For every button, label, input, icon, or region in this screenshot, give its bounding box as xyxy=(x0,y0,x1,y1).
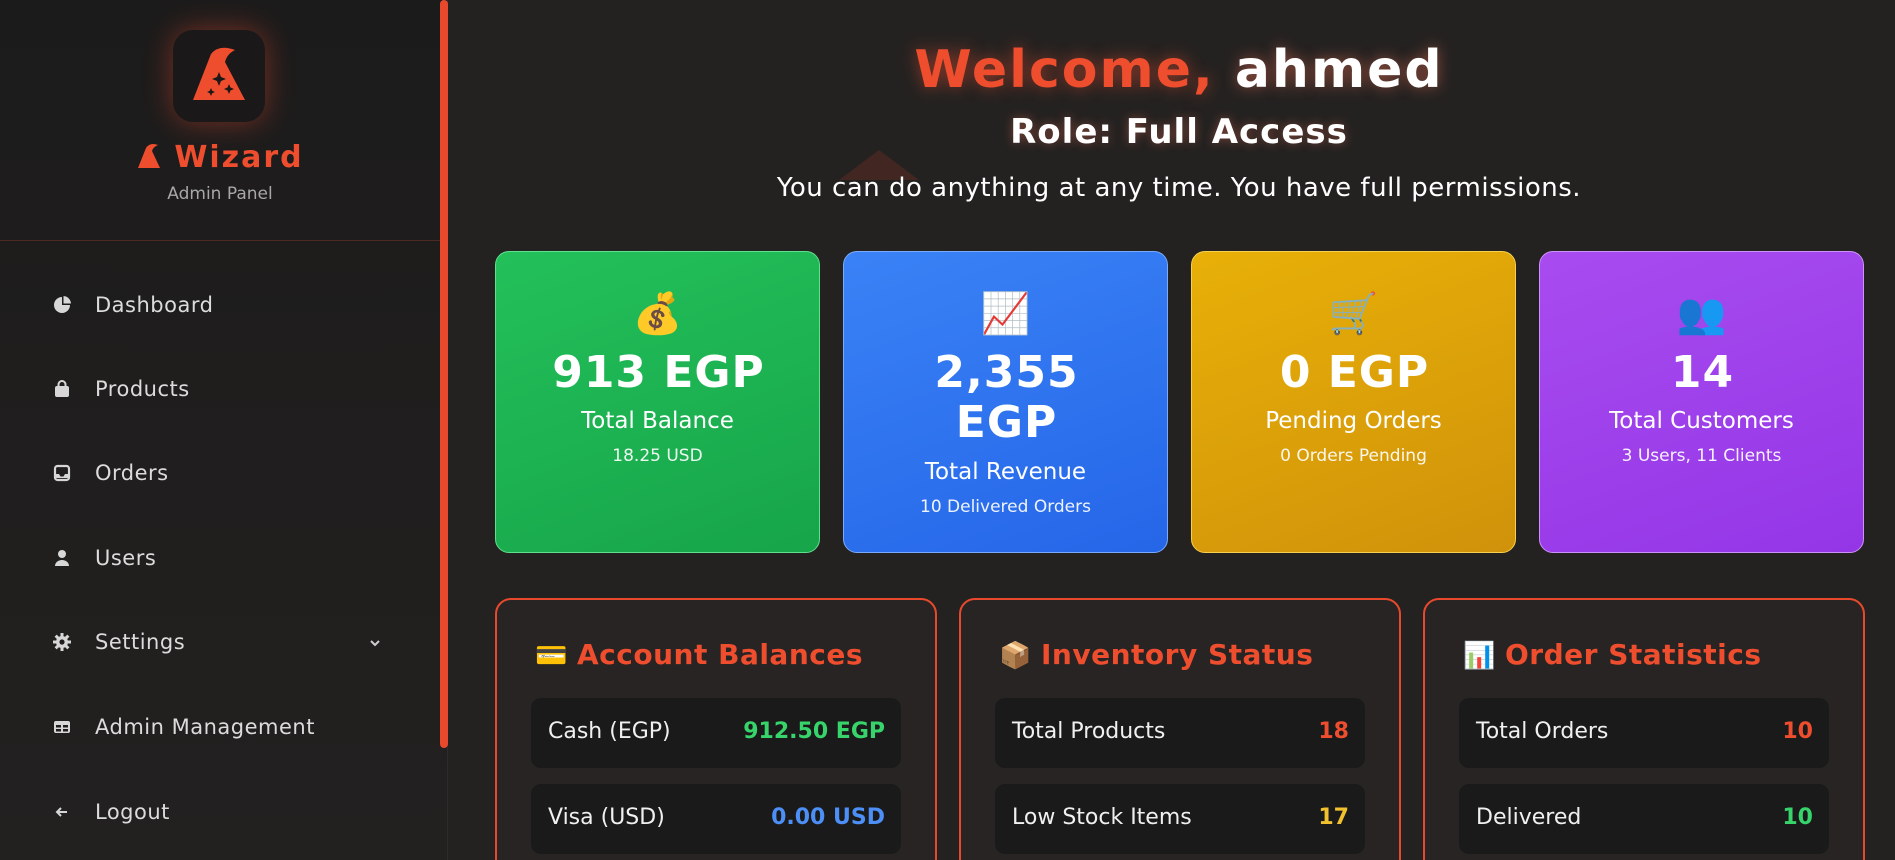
orders-row-delivered: Delivered 10 xyxy=(1459,784,1829,854)
sidebar-item-label: Logout xyxy=(95,800,170,824)
total-revenue-card[interactable]: 📈 2,355 EGP Total Revenue 10 Delivered O… xyxy=(843,251,1168,553)
row-label: Cash (EGP) xyxy=(548,719,671,744)
sidebar-item-settings[interactable]: Settings xyxy=(0,612,440,672)
panel-title: 📦 Inventory Status xyxy=(999,638,1313,671)
stat-sub: 18.25 USD xyxy=(612,446,703,466)
inventory-row-low-stock: Low Stock Items 17 xyxy=(995,784,1365,854)
sidebar-scrollbar[interactable] xyxy=(440,0,448,748)
order-statistics-panel: 📊 Order Statistics Total Orders 10 Delive… xyxy=(1423,598,1865,860)
welcome-heading: Welcome, ahmed xyxy=(449,40,1895,100)
row-label: Visa (USD) xyxy=(548,805,665,830)
chevron-down-icon[interactable] xyxy=(368,635,382,654)
stat-value: 913 EGP xyxy=(552,347,765,398)
row-value: 912.50 EGP xyxy=(743,719,885,744)
arrow-left-icon xyxy=(52,802,72,822)
sidebar-item-label: Orders xyxy=(95,461,169,485)
total-customers-card[interactable]: 👥 14 Total Customers 3 Users, 11 Clients xyxy=(1539,251,1864,553)
gear-icon xyxy=(52,632,72,652)
sidebar-item-orders[interactable]: Orders xyxy=(0,443,440,503)
wizard-logo-icon[interactable] xyxy=(173,30,265,122)
stat-value: 14 xyxy=(1670,347,1735,398)
sidebar-item-label: Settings xyxy=(95,630,186,654)
shopping-cart-icon: 🛒 xyxy=(1328,291,1379,337)
balance-row-cash: Cash (EGP) 912.50 EGP xyxy=(531,698,901,768)
welcome-prefix: Welcome, xyxy=(914,40,1215,100)
table-icon xyxy=(52,717,72,737)
stat-label: Total Customers xyxy=(1609,408,1794,434)
role-text: Role: Full Access xyxy=(1010,112,1348,152)
sidebar-item-label: Users xyxy=(95,546,157,570)
panel-title: 📊 Order Statistics xyxy=(1463,638,1762,671)
sidebar-item-products[interactable]: Products xyxy=(0,359,440,419)
stat-label: Total Balance xyxy=(581,408,734,434)
sidebar-item-users[interactable]: Users xyxy=(0,528,440,588)
credit-card-icon: 💳 xyxy=(535,641,568,671)
stat-sub: 3 Users, 11 Clients xyxy=(1621,446,1782,466)
panel-title-text: Order Statistics xyxy=(1505,638,1762,671)
main-content: Welcome, ahmed Role: Full Access You can… xyxy=(449,0,1895,860)
panel-title: 💳 Account Balances xyxy=(535,638,863,671)
brand-subtitle: Admin Panel xyxy=(167,184,273,204)
row-value: 0.00 USD xyxy=(771,805,885,830)
sidebar-item-admin-management[interactable]: Admin Management xyxy=(0,697,440,757)
stat-sub: 0 Orders Pending xyxy=(1280,446,1427,466)
user-icon xyxy=(52,548,72,568)
sidebar-item-dashboard[interactable]: Dashboard xyxy=(0,275,440,335)
sidebar-item-label: Dashboard xyxy=(95,293,214,317)
username: ahmed xyxy=(1234,40,1444,100)
chart-up-icon: 📈 xyxy=(980,291,1031,337)
total-balance-card[interactable]: 💰 913 EGP Total Balance 18.25 USD xyxy=(495,251,820,553)
sidebar-item-label: Admin Management xyxy=(95,715,315,739)
row-label: Low Stock Items xyxy=(1012,805,1192,830)
app: Wizard Admin Panel Dashboard Products Or… xyxy=(0,0,1895,860)
row-value: 10 xyxy=(1782,719,1813,744)
account-balances-panel: 💳 Account Balances Cash (EGP) 912.50 EGP … xyxy=(495,598,937,860)
stat-value-line-1: 2,355 xyxy=(934,347,1079,398)
shopping-bag-icon xyxy=(52,379,72,399)
sidebar: Wizard Admin Panel Dashboard Products Or… xyxy=(0,0,448,860)
brand-title: Wizard xyxy=(174,140,304,175)
users-icon: 👥 xyxy=(1676,291,1727,337)
row-label: Total Orders xyxy=(1476,719,1609,744)
orders-row-total: Total Orders 10 xyxy=(1459,698,1829,768)
money-bag-icon: 💰 xyxy=(632,291,683,337)
package-icon: 📦 xyxy=(999,641,1032,671)
balance-row-visa: Visa (USD) 0.00 USD xyxy=(531,784,901,854)
panel-title-text: Account Balances xyxy=(577,638,864,671)
row-value: 18 xyxy=(1318,719,1349,744)
panel-title-text: Inventory Status xyxy=(1041,638,1314,671)
wizard-hat-icon xyxy=(136,142,162,178)
brand-header: Wizard Admin Panel xyxy=(0,0,440,241)
permissions-text: You can do anything at any time. You hav… xyxy=(776,173,1582,203)
inbox-icon xyxy=(52,463,72,483)
row-value: 10 xyxy=(1782,805,1813,830)
inventory-row-total-products: Total Products 18 xyxy=(995,698,1365,768)
brand-name: Wizard xyxy=(0,140,440,178)
row-label: Delivered xyxy=(1476,805,1582,830)
stat-sub: 10 Delivered Orders xyxy=(920,497,1091,517)
pie-chart-icon xyxy=(52,295,72,315)
sidebar-item-logout[interactable]: Logout xyxy=(0,782,440,842)
pending-orders-card[interactable]: 🛒 0 EGP Pending Orders 0 Orders Pending xyxy=(1191,251,1516,553)
stat-label: Pending Orders xyxy=(1265,408,1442,434)
row-value: 17 xyxy=(1318,805,1349,830)
inventory-status-panel: 📦 Inventory Status Total Products 18 Low … xyxy=(959,598,1401,860)
stat-value: 0 EGP xyxy=(1279,347,1430,398)
stat-value-line-2: EGP xyxy=(955,397,1058,448)
stat-label: Total Revenue xyxy=(924,459,1087,485)
sidebar-item-label: Products xyxy=(95,377,190,401)
bar-chart-icon: 📊 xyxy=(1463,641,1496,671)
row-label: Total Products xyxy=(1012,719,1166,744)
